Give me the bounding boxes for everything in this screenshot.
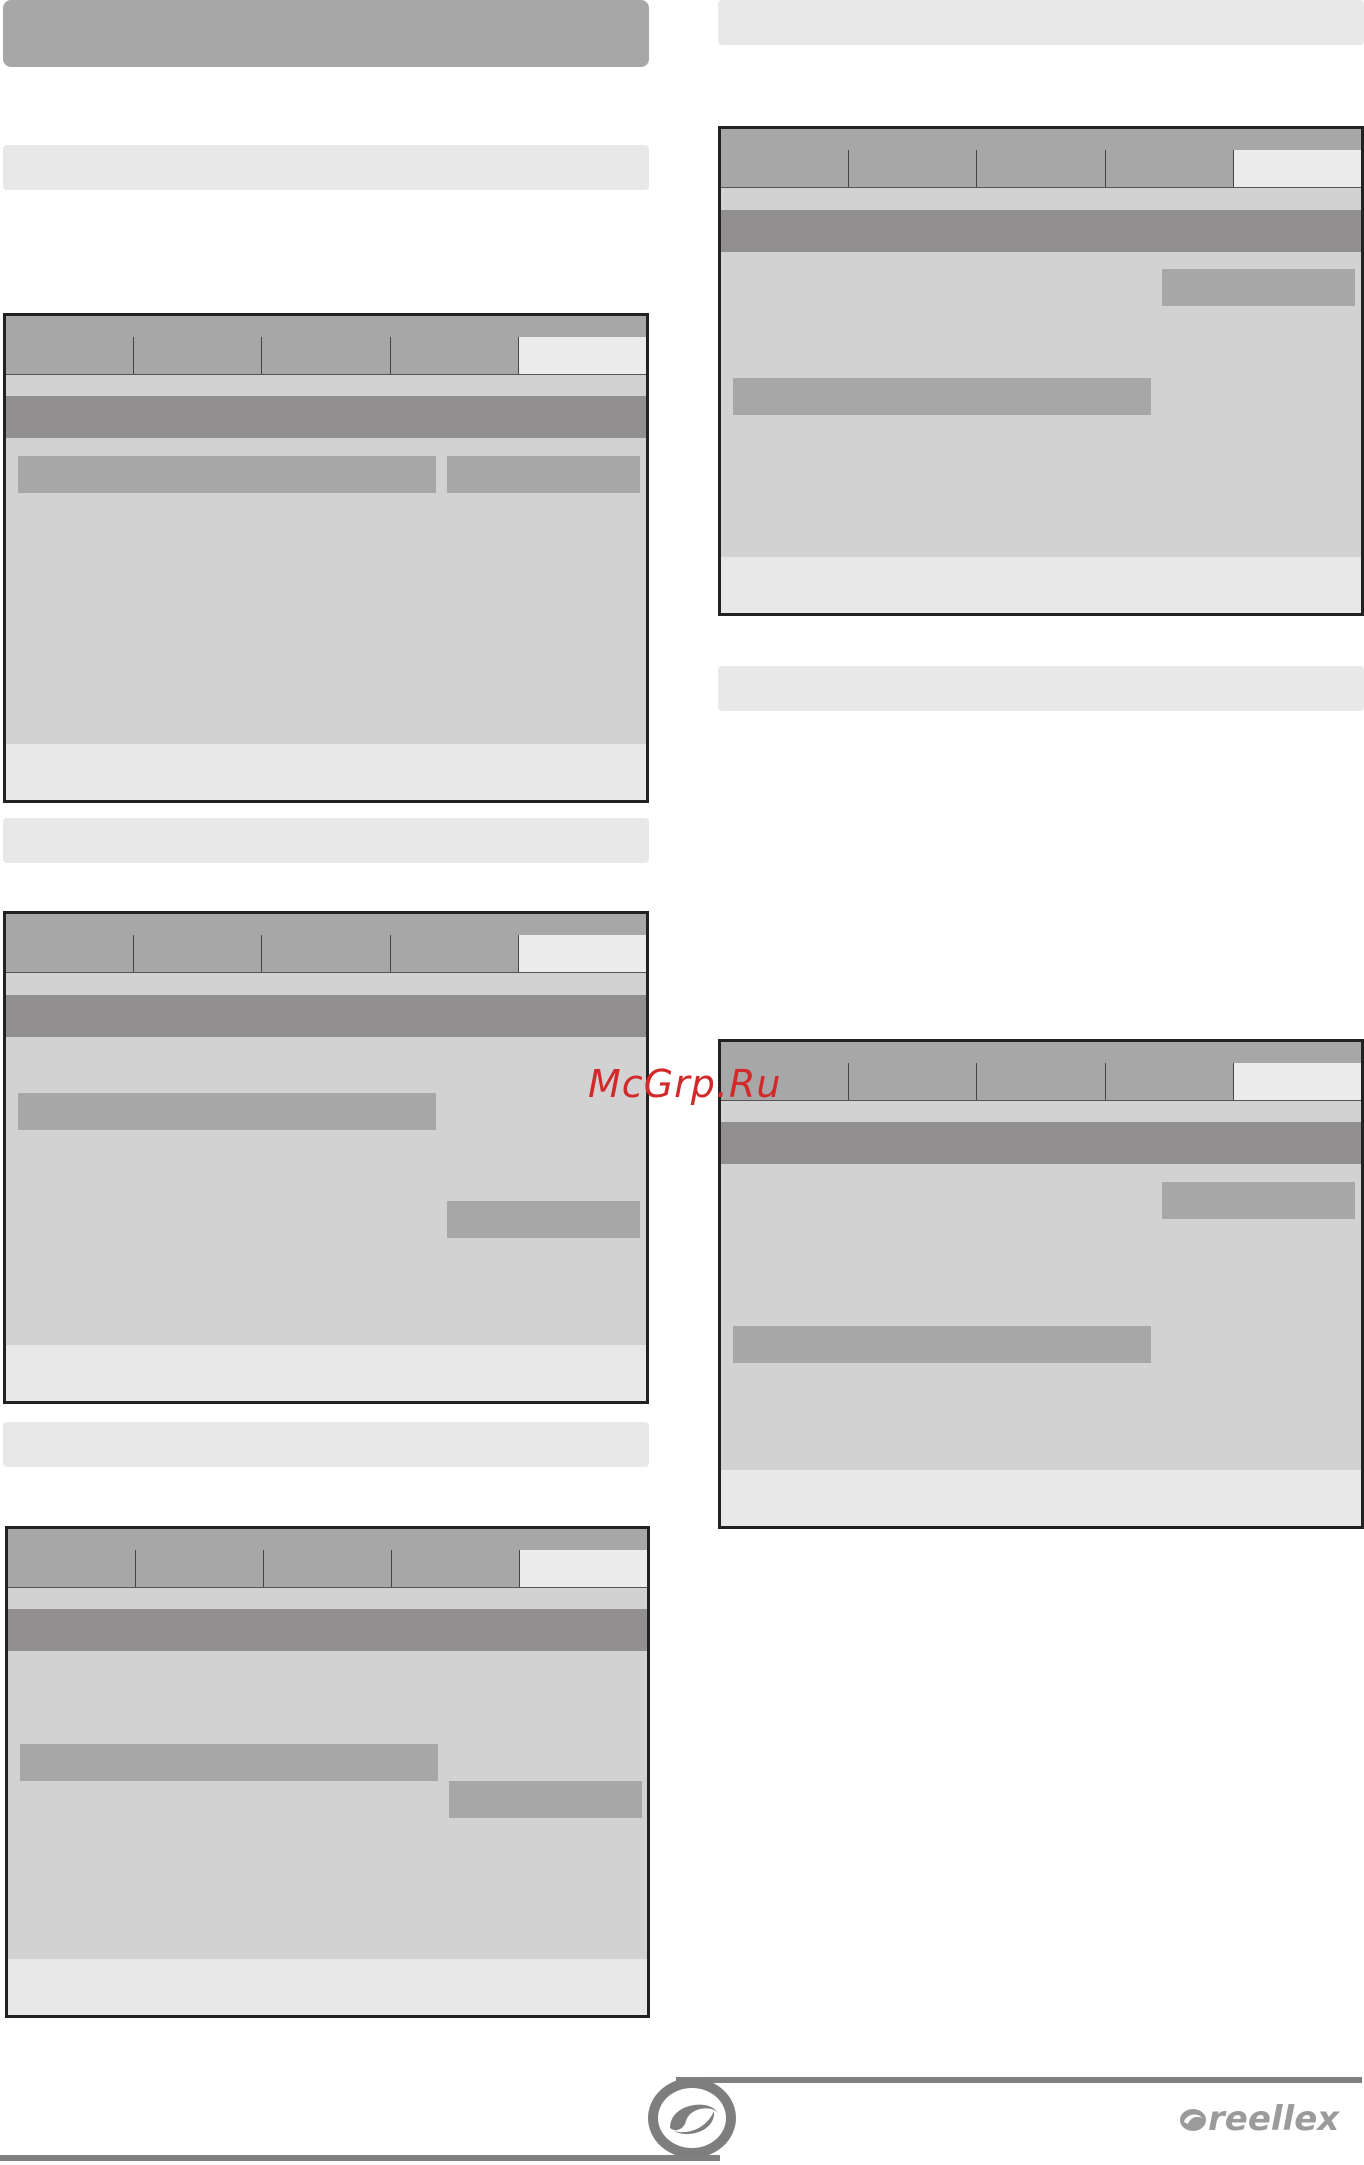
menu-tab-active[interactable] — [1233, 150, 1362, 187]
screen-footer — [721, 557, 1361, 613]
footer-rule-top — [676, 2077, 1362, 2083]
menu-tabs — [6, 337, 647, 375]
menu-value-field[interactable] — [1162, 1182, 1355, 1219]
menu-tab[interactable] — [1105, 1063, 1234, 1100]
page-header-bar — [3, 0, 649, 67]
menu-tab[interactable] — [134, 337, 263, 374]
menu-tab[interactable] — [6, 935, 135, 972]
menu-tab[interactable] — [390, 337, 519, 374]
brand-mark-icon — [1180, 2109, 1206, 2131]
menu-value-field[interactable] — [447, 456, 640, 493]
menu-value-field[interactable] — [449, 1781, 642, 1818]
screen-titlebar — [721, 1042, 1361, 1064]
menu-item-highlight[interactable] — [733, 378, 1151, 415]
screen-titlebar — [6, 316, 646, 338]
menu-tab[interactable] — [392, 1550, 520, 1587]
menu-tab[interactable] — [977, 1063, 1106, 1100]
section-heading-bar — [718, 666, 1364, 711]
screen-footer — [6, 1345, 646, 1401]
screen-titlebar — [721, 129, 1361, 151]
menu-value-field[interactable] — [447, 1201, 640, 1238]
menu-tabs — [721, 150, 1362, 188]
section-heading-bar — [3, 145, 649, 190]
menu-header-band — [6, 995, 646, 1037]
menu-value-field[interactable] — [1162, 269, 1355, 306]
menu-header-band — [6, 396, 646, 438]
osd-screen-2 — [3, 911, 649, 1404]
osd-screen-1 — [3, 313, 649, 803]
menu-tab[interactable] — [6, 337, 135, 374]
menu-tab[interactable] — [849, 1063, 978, 1100]
watermark-text: McGrp.Ru — [588, 1062, 782, 1106]
brand-logo: reellex — [1178, 2099, 1339, 2139]
menu-tab[interactable] — [849, 150, 978, 187]
brand-swirl-icon — [648, 2078, 736, 2158]
menu-tab[interactable] — [136, 1550, 264, 1587]
menu-header-band — [721, 210, 1361, 252]
menu-tab[interactable] — [8, 1550, 136, 1587]
menu-tabs — [8, 1550, 647, 1588]
section-heading-bar — [3, 818, 649, 863]
menu-tab-active[interactable] — [520, 1550, 647, 1587]
menu-tab-active[interactable] — [518, 935, 647, 972]
menu-tab[interactable] — [721, 150, 850, 187]
menu-item-highlight[interactable] — [18, 1093, 436, 1130]
menu-tab[interactable] — [262, 935, 391, 972]
menu-item-highlight[interactable] — [20, 1744, 438, 1781]
menu-header-band — [8, 1609, 647, 1651]
menu-item-highlight[interactable] — [18, 456, 436, 493]
menu-tabs — [6, 935, 647, 973]
section-heading-bar — [718, 0, 1364, 45]
screen-footer — [8, 1959, 647, 2015]
osd-screen-3 — [5, 1526, 650, 2018]
screen-titlebar — [8, 1529, 647, 1551]
menu-tab[interactable] — [390, 935, 519, 972]
menu-tab-active[interactable] — [518, 337, 647, 374]
menu-tab[interactable] — [134, 935, 263, 972]
menu-header-band — [721, 1122, 1361, 1164]
menu-tabs — [721, 1063, 1362, 1101]
screen-titlebar — [6, 914, 646, 936]
osd-screen-5 — [718, 1039, 1364, 1529]
screen-footer — [721, 1470, 1361, 1526]
menu-tab[interactable] — [264, 1550, 392, 1587]
menu-item-highlight[interactable] — [733, 1326, 1151, 1363]
brand-name: reellex — [1208, 2099, 1340, 2139]
osd-screen-4 — [718, 126, 1364, 616]
menu-tab[interactable] — [262, 337, 391, 374]
screen-footer — [6, 744, 646, 800]
menu-tab-active[interactable] — [1233, 1063, 1362, 1100]
menu-tab[interactable] — [1105, 150, 1234, 187]
section-heading-bar — [3, 1422, 649, 1467]
menu-tab[interactable] — [977, 150, 1106, 187]
footer-rule-bottom — [0, 2155, 720, 2161]
